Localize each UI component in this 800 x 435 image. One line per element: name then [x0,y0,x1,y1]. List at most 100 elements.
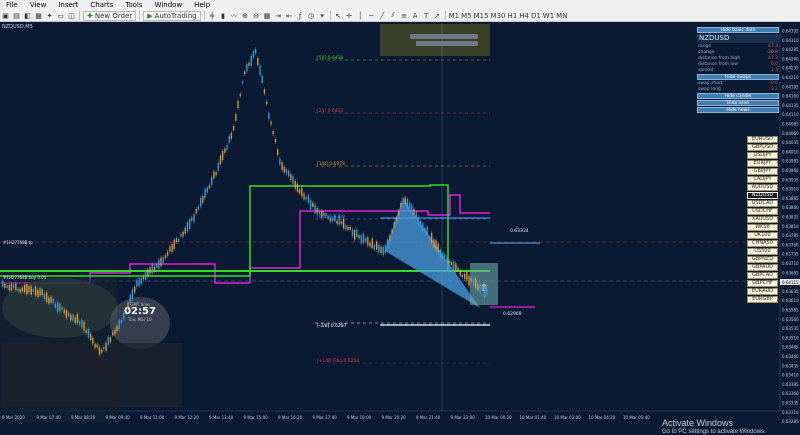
zoom-in-icon[interactable]: ⊕ [241,11,250,21]
line-chart-icon[interactable]: 〰 [230,11,239,21]
candle-body [288,170,290,177]
candle-body [314,204,316,214]
candle-body [24,284,26,293]
label-tool-icon[interactable]: T [422,11,431,21]
data-window-icon[interactable]: ▦ [34,11,43,21]
symbol-button-gbpchf[interactable]: GBPCHF [747,280,778,287]
autotrading-button[interactable]: ▶ AutoTrading [143,10,201,21]
symbol-button-xauusd[interactable]: XAUUSD [747,216,778,223]
candle-body [406,198,409,208]
menu-view[interactable]: View [24,0,53,10]
symbol-button-eurusd[interactable]: EURUSD [747,136,778,143]
clock-time: 02:57 [124,306,156,317]
symbol-button-cadjpy[interactable]: CADJPY [747,176,778,183]
candle-body [233,125,235,131]
candle-body [19,289,21,293]
watermark-subtitle: Go to PC settings to activate Windows. [662,429,766,435]
tester-icon[interactable]: ◫ [67,11,76,21]
zoom-out-icon[interactable]: ⊖ [252,11,261,21]
candle-body [37,290,39,297]
menu-window[interactable]: Window [149,0,189,10]
candle-body [28,286,30,293]
price-chart[interactable]: ⇧ 0.643350.643100.642850.642600.642350.6… [0,23,800,424]
price-tick-label: 0.63910 [782,187,799,192]
market-watch-icon[interactable]: ◧ [23,11,32,21]
candle-body [230,132,233,139]
menu-tools[interactable]: Tools [119,0,148,10]
autoscroll-icon[interactable]: ⇥ [274,11,283,21]
candle-body [270,121,272,125]
bar-chart-icon[interactable]: ╪ [208,11,217,21]
price-tick-label: 0.63735 [782,252,799,257]
symbol-button-gbpnzd[interactable]: GBPNZD [747,256,778,263]
symbol-button-nzdusd[interactable]: NZDUSD [747,192,778,199]
fib-zone-box [380,24,490,56]
tile-windows-icon[interactable]: ▦ [263,11,272,21]
profiles-icon[interactable]: ▤ [12,11,21,21]
horizontal-line-icon[interactable]: ─ [367,11,376,21]
menu-charts[interactable]: Charts [84,0,119,10]
symbol-button-gbpaud[interactable]: GBPAUD [747,264,778,271]
cursor-icon[interactable]: ↖ [334,11,343,21]
navigator-icon[interactable]: ✦ [45,11,54,21]
symbol-button-chna50[interactable]: CHNA50 [747,240,778,247]
symbol-button-gbpcad[interactable]: GBPCAD [747,272,778,279]
hide-area-button[interactable]: Hide area [697,100,779,106]
period-m1-button[interactable]: M1 [449,11,460,21]
hide-candle-button[interactable]: Hide candle [697,93,779,99]
arrows-tool-icon[interactable]: ➚ [433,11,442,21]
symbol-button-audusd[interactable]: AUDUSD [747,184,778,191]
candle-body [151,263,153,274]
period-h1-button[interactable]: H1 [508,11,518,21]
period-mn-button[interactable]: MN [556,11,567,21]
candlestick-icon[interactable]: ▮ [219,11,228,21]
symbol-button-eurgbp[interactable]: EURGBP [747,296,778,303]
symbol-button-usdcad[interactable]: USDCAD [747,200,778,207]
period-w1-button[interactable]: W1 [543,11,554,21]
candle-body [103,346,105,350]
text-tool-icon[interactable]: A [411,11,420,21]
hide-news-button[interactable]: Hide news [697,107,779,113]
indicators-icon[interactable]: ƒ [296,11,305,21]
symbol-button-euraud[interactable]: EURAUD [747,288,778,295]
templates-icon[interactable]: ▾ [318,11,327,21]
vertical-line-icon[interactable]: │ [356,11,365,21]
symbol-button-usdjpy[interactable]: USDJPY [747,152,778,159]
periods-icon[interactable]: ◷ [307,11,316,21]
candle-body [468,275,470,286]
menu-help[interactable]: Help [188,0,216,10]
menu-file[interactable]: File [0,0,24,10]
candle-body [68,313,70,316]
price-tick-label: 0.64185 [782,84,799,89]
symbol-button-usdchf[interactable]: USDCHF [747,208,778,215]
candle-body [134,286,136,293]
symbol-button-gbpjpy[interactable]: GBPJPY [747,168,778,175]
new-chart-icon[interactable]: ▣ [1,11,10,21]
symbol-button-us500[interactable]: US500 [747,248,778,255]
period-m5-button[interactable]: M5 [461,11,472,21]
symbol-button-eurjpy[interactable]: EURJPY [747,160,778,167]
trendline-icon[interactable]: ╱ [378,11,387,21]
period-m15-button[interactable]: M15 [474,11,489,21]
fibonacci-icon[interactable]: ≡ [400,11,409,21]
hide-basic-button[interactable]: Hide basic data [697,27,779,33]
terminal-icon[interactable]: ▭ [56,11,65,21]
price-tick-label: 0.63385 [782,382,799,387]
symbol-button-gbpusd[interactable]: GBPUSD [747,144,778,151]
symbol-button-wks8[interactable]: WKS8 [747,224,778,231]
candle-body [303,193,305,200]
crosshair-icon[interactable]: ✛ [345,11,354,21]
menu-insert[interactable]: Insert [52,0,84,10]
period-h4-button[interactable]: H4 [519,11,529,21]
candle-body [391,229,393,233]
price-tick-label: 0.63710 [782,261,799,266]
hide-swaps-button[interactable]: Hide swaps [697,74,779,80]
chart-shift-icon[interactable]: ⇤ [285,11,294,21]
new-order-button[interactable]: ✚ New Order [83,10,137,21]
period-m30-button[interactable]: M30 [491,11,506,21]
chart-window[interactable]: ⇧ 0.643350.643100.642850.642600.642350.6… [0,23,800,435]
period-d1-button[interactable]: D1 [531,11,541,21]
price-tick-label: 0.63485 [782,345,799,350]
channel-icon[interactable]: ⫽ [389,11,398,21]
symbol-button-uk100[interactable]: UK100 [747,232,778,239]
